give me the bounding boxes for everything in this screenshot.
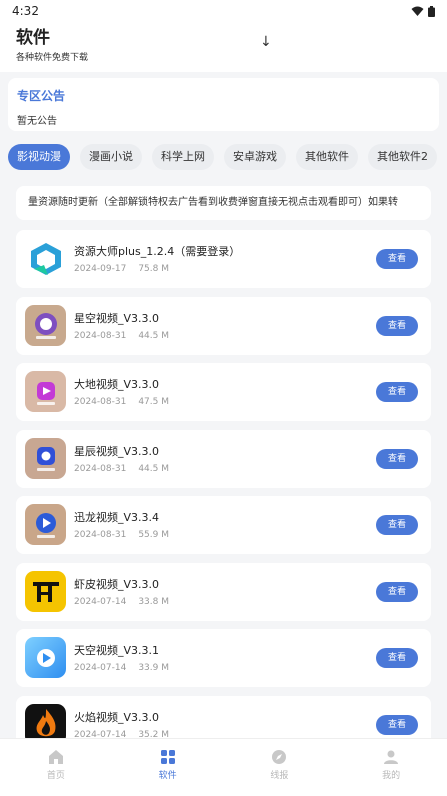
list-item[interactable]: 虾皮视频_V3.3.0 2024-07-14 33.8 M 查看 <box>16 562 431 621</box>
battery-icon <box>428 5 435 17</box>
nav-mine-label: 我的 <box>382 771 401 781</box>
app-logo-icon <box>25 637 66 678</box>
item-meta: 2024-08-31 44.5 M <box>74 331 169 341</box>
item-name: 资源大师plus_1.2.4（需要登录） <box>74 245 241 258</box>
tab-other-software[interactable]: 其他软件 <box>296 144 358 170</box>
app-logo-icon <box>25 504 66 545</box>
item-size: 47.5 M <box>138 397 169 407</box>
page-subtitle: 各种软件免费下载 <box>16 53 89 63</box>
item-date: 2024-07-14 <box>74 596 127 607</box>
grid-icon <box>160 750 175 764</box>
item-meta: 2024-07-14 33.9 M <box>74 663 169 673</box>
scrolling-notice: 量资源随时更新（全部解锁特权去广告看到收费弹窗直接无视点击观看即可）如果转 <box>16 186 431 220</box>
download-arrow-icon[interactable]: ↓ <box>260 34 272 50</box>
item-name: 星辰视频_V3.3.0 <box>74 444 160 458</box>
item-size: 75.8 M <box>138 264 169 274</box>
status-icons <box>411 5 435 17</box>
item-date: 2024-09-17 <box>74 264 127 274</box>
compass-icon <box>272 750 287 764</box>
item-meta: 2024-08-31 44.5 M <box>74 464 169 474</box>
user-icon <box>384 750 399 764</box>
page-header: 软件 各种软件免费下载 ↓ <box>0 22 447 72</box>
item-size: 33.8 M <box>138 596 169 607</box>
view-button[interactable]: 查看 <box>376 515 418 535</box>
item-size: 55.9 M <box>138 530 169 540</box>
list-item[interactable]: 星辰视频_V3.3.0 2024-08-31 44.5 M 查看 <box>16 429 431 488</box>
tab-android-games[interactable]: 安卓游戏 <box>224 144 286 170</box>
list-item[interactable]: 迅龙视频_V3.3.4 2024-08-31 55.9 M 查看 <box>16 496 431 554</box>
nav-software-label: 软件 <box>158 771 177 781</box>
view-button[interactable]: 查看 <box>376 714 418 735</box>
view-button[interactable]: 查看 <box>376 648 418 668</box>
item-date: 2024-07-14 <box>74 663 127 673</box>
item-name: 火焰视频_V3.3.0 <box>74 710 160 724</box>
item-date: 2024-08-31 <box>74 530 127 540</box>
app-logo-icon <box>25 437 66 479</box>
bottom-nav: 首页 软件 线报 我的 <box>0 738 447 796</box>
category-tabs: 影视动漫 漫画小说 科学上网 安卓游戏 其他软件 其他软件2 <box>8 144 447 171</box>
item-date: 2024-08-31 <box>74 330 127 341</box>
item-date: 2024-08-31 <box>74 463 127 474</box>
item-name: 大地视频_V3.3.0 <box>74 378 160 391</box>
tab-comics-novels[interactable]: 漫画小说 <box>80 144 142 170</box>
nav-home[interactable]: 首页 <box>0 739 112 796</box>
item-date: 2024-08-31 <box>74 397 127 407</box>
nav-software[interactable]: 软件 <box>112 739 224 796</box>
tab-other-software-2[interactable]: 其他软件2 <box>368 144 437 170</box>
nav-mine[interactable]: 我的 <box>335 739 447 796</box>
item-meta: 2024-08-31 55.9 M <box>74 530 169 540</box>
tab-vpn[interactable]: 科学上网 <box>152 144 214 170</box>
announcement-body: 暂无公告 <box>17 116 57 127</box>
list-item[interactable]: 天空视频_V3.3.1 2024-07-14 33.9 M 查看 <box>16 629 431 687</box>
view-button[interactable]: 查看 <box>376 382 418 402</box>
view-button[interactable]: 查看 <box>376 581 418 602</box>
view-button[interactable]: 查看 <box>376 249 418 269</box>
nav-live-label: 线报 <box>270 771 289 781</box>
item-meta: 2024-08-31 47.5 M <box>74 397 169 407</box>
list-item[interactable]: 大地视频_V3.3.0 2024-08-31 47.5 M 查看 <box>16 363 431 421</box>
view-button[interactable]: 查看 <box>376 315 418 336</box>
app-logo-icon <box>25 570 66 612</box>
nav-live[interactable]: 线报 <box>224 739 336 796</box>
item-size: 33.9 M <box>138 663 169 673</box>
page-title: 软件 <box>16 28 50 48</box>
item-meta: 2024-09-17 75.8 M <box>74 264 169 274</box>
app-logo-icon <box>25 238 66 279</box>
software-list: 资源大师plus_1.2.4（需要登录） 2024-09-17 75.8 M 查看… <box>16 230 431 762</box>
item-name: 星空视频_V3.3.0 <box>74 311 160 325</box>
list-item[interactable]: 星空视频_V3.3.0 2024-08-31 44.5 M 查看 <box>16 296 431 355</box>
status-bar: 4:32 <box>0 0 447 22</box>
list-item[interactable]: 资源大师plus_1.2.4（需要登录） 2024-09-17 75.8 M 查看 <box>16 230 431 288</box>
home-icon <box>48 750 63 764</box>
wifi-icon <box>411 6 424 16</box>
announcement-card: 专区公告 暂无公告 <box>8 78 439 131</box>
app-logo-icon <box>25 304 66 346</box>
tab-movies-anime[interactable]: 影视动漫 <box>8 144 70 170</box>
announcement-title: 专区公告 <box>17 89 66 103</box>
status-time: 4:32 <box>12 4 39 18</box>
item-size: 44.5 M <box>138 330 169 341</box>
view-button[interactable]: 查看 <box>376 448 418 469</box>
item-name: 迅龙视频_V3.3.4 <box>74 511 160 524</box>
item-name: 天空视频_V3.3.1 <box>74 644 160 657</box>
item-meta: 2024-07-14 33.8 M <box>74 597 169 607</box>
app-logo-icon <box>25 371 66 412</box>
nav-home-label: 首页 <box>46 771 65 781</box>
item-size: 44.5 M <box>138 463 169 474</box>
item-name: 虾皮视频_V3.3.0 <box>74 577 160 591</box>
